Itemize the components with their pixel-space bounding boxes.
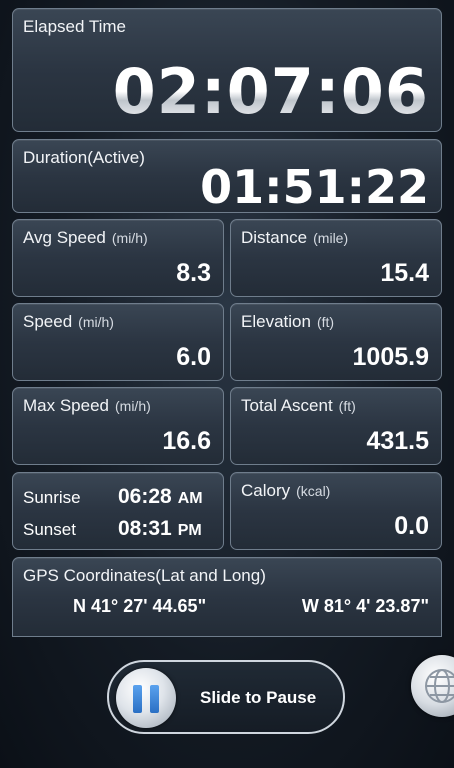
gps-latitude: N 41° 27' 44.65" [73, 596, 207, 616]
gps-label: GPS Coordinates(Lat and Long) [23, 566, 266, 585]
sunrise-row: Sunrise 06:28 AM [23, 485, 213, 508]
distance-panel: Distance (mile) 15.4 [230, 219, 442, 297]
speed-value: 6.0 [176, 343, 211, 371]
max-speed-unit: (mi/h) [115, 398, 151, 414]
sunrise-label: Sunrise [23, 488, 81, 507]
max-speed-panel: Max Speed (mi/h) 16.6 [12, 387, 224, 465]
elevation-panel: Elevation (ft) 1005.9 [230, 303, 442, 381]
slide-to-pause-label: Slide to Pause [200, 688, 317, 707]
total-ascent-value: 431.5 [366, 427, 429, 455]
pause-icon[interactable] [116, 668, 176, 728]
avg-speed-label: Avg Speed (mi/h) [23, 228, 148, 247]
elevation-value: 1005.9 [352, 343, 429, 371]
sunset-row: Sunset 08:31 PM [23, 517, 213, 540]
speed-label: Speed (mi/h) [23, 312, 114, 331]
total-ascent-panel: Total Ascent (ft) 431.5 [230, 387, 442, 465]
elevation-label: Elevation (ft) [241, 312, 335, 331]
speed-panel: Speed (mi/h) 6.0 [12, 303, 224, 381]
elevation-unit: (ft) [316, 314, 335, 330]
sunrise-ampm: AM [177, 490, 203, 507]
max-speed-label: Max Speed (mi/h) [23, 396, 151, 415]
calory-unit: (kcal) [296, 483, 331, 499]
gps-panel: GPS Coordinates(Lat and Long) N 41° 27' … [12, 557, 442, 637]
sunset-time: 08:31 PM [118, 517, 202, 540]
avg-speed-unit: (mi/h) [111, 230, 148, 246]
sunset-ampm: PM [177, 522, 202, 539]
distance-unit: (mile) [313, 230, 349, 246]
gps-longitude: W 81° 4' 23.87" [301, 596, 429, 616]
slide-to-pause-slider[interactable]: Slide to Pause [107, 660, 345, 734]
elapsed-time-label: Elapsed Time [23, 17, 126, 36]
calory-panel: Calory (kcal) 0.0 [230, 472, 442, 550]
distance-label: Distance (mile) [241, 228, 349, 247]
sun-times-panel: Sunrise 06:28 AM Sunset 08:31 PM [12, 472, 224, 550]
avg-speed-value: 8.3 [176, 259, 211, 287]
speed-unit: (mi/h) [78, 314, 114, 330]
globe-icon[interactable] [411, 655, 454, 717]
elapsed-time-panel: Elapsed Time 02:07:06 [12, 8, 442, 132]
duration-label: Duration(Active) [23, 148, 145, 167]
sunrise-time: 06:28 AM [118, 485, 203, 508]
total-ascent-unit: (ft) [338, 398, 356, 414]
distance-value: 15.4 [380, 259, 429, 287]
total-ascent-label: Total Ascent (ft) [241, 396, 356, 415]
duration-value: 01:51:22 [200, 160, 429, 214]
avg-speed-panel: Avg Speed (mi/h) 8.3 [12, 219, 224, 297]
max-speed-value: 16.6 [162, 427, 211, 455]
calory-value: 0.0 [394, 512, 429, 540]
sunset-label: Sunset [23, 520, 76, 539]
elapsed-time-value: 02:07:06 [112, 55, 429, 128]
calory-label: Calory (kcal) [241, 481, 331, 500]
duration-panel: Duration(Active) 01:51:22 [12, 139, 442, 214]
